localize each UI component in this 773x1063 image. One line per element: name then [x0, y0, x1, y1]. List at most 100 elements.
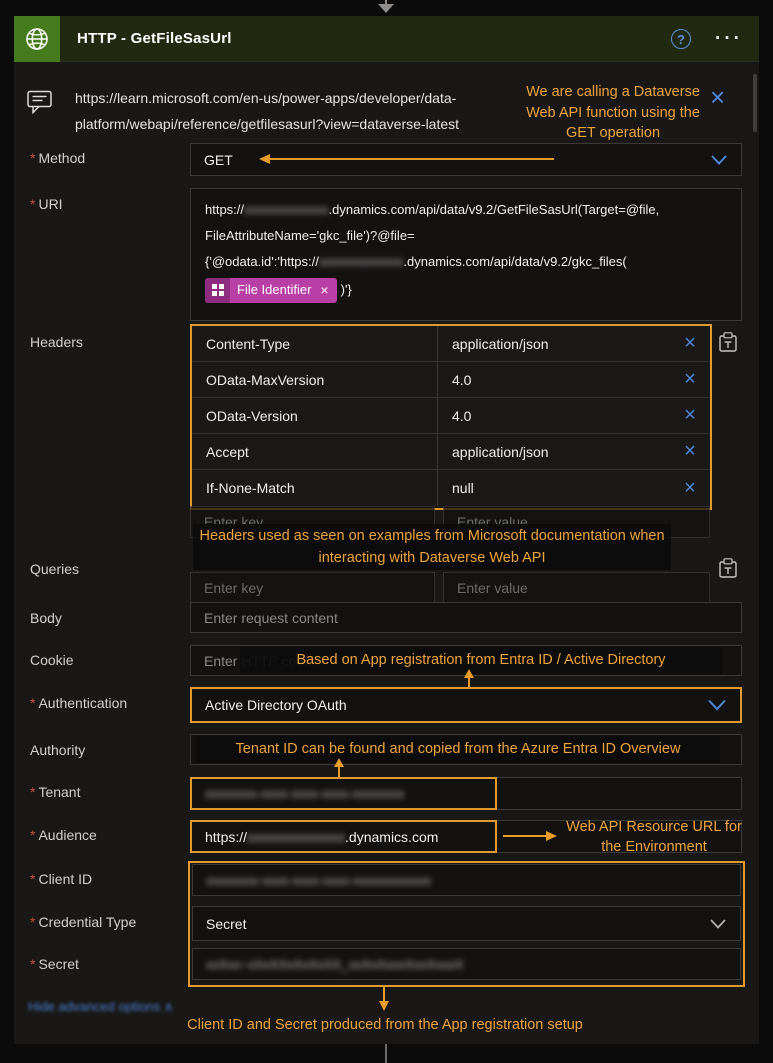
authentication-dropdown[interactable]: Active Directory OAuth	[190, 687, 742, 723]
flow-connector-bottom	[385, 1044, 387, 1063]
header-remove-button[interactable]: ×	[670, 326, 710, 361]
header-value-cell[interactable]: 4.0	[437, 398, 670, 433]
uri-text-line: File Identifier × )'}	[205, 275, 727, 305]
header-value-cell[interactable]: application/json	[437, 326, 670, 361]
queries-label: Queries	[30, 561, 79, 577]
cookie-label: Cookie	[30, 652, 74, 668]
header-key-cell[interactable]: OData-MaxVersion	[192, 362, 437, 397]
annotation-cookie: Based on App registration from Entra ID …	[240, 647, 722, 674]
chevron-down-icon	[709, 918, 727, 930]
header-key-cell[interactable]: Content-Type	[192, 326, 437, 361]
credential-type-value: Secret	[206, 916, 246, 932]
header-row: If-None-Match null ×	[192, 470, 710, 506]
body-label: Body	[30, 610, 62, 626]
query-key-placeholder: Enter key	[204, 580, 263, 596]
credential-type-dropdown[interactable]: Secret	[192, 906, 741, 941]
help-button[interactable]: ?	[671, 29, 691, 49]
authentication-label: Authentication	[30, 695, 127, 711]
credential-type-label: Credential Type	[30, 914, 136, 930]
action-header[interactable]: HTTP - GetFileSasUrl ? ···	[14, 16, 759, 62]
header-row: Content-Type application/json ×	[192, 326, 710, 362]
query-key-input[interactable]: Enter key	[190, 572, 435, 603]
annotation-audience: Web API Resource URL for the Environment	[556, 818, 752, 857]
chevron-down-icon	[707, 699, 727, 712]
query-value-input[interactable]: Enter value	[443, 572, 710, 603]
annotation-method: We are calling a Dataverse Web API funct…	[522, 82, 704, 144]
ellipsis-icon: ···	[715, 28, 743, 49]
tenant-label: Tenant	[30, 784, 81, 800]
header-remove-button[interactable]: ×	[670, 398, 710, 433]
uri-text-segment: )'}	[341, 277, 352, 303]
header-row: OData-Version 4.0 ×	[192, 398, 710, 434]
method-label: Method	[30, 150, 85, 166]
close-icon: ×	[710, 82, 725, 112]
annotation-headers: Headers used as seen on examples from Mi…	[193, 524, 671, 570]
header-key-cell[interactable]: OData-Version	[192, 398, 437, 433]
client-id-value-redacted: xxxxxxxx-xxxx-xxxx-xxxx-xxxxxxxxxxxx	[206, 873, 431, 888]
comment-url-line2: platform/webapi/reference/getfilesasurl?…	[75, 111, 459, 137]
comment-url: https://learn.microsoft.com/en-us/power-…	[75, 85, 459, 137]
flow-connector-top-icon	[377, 0, 395, 14]
token-label: File Identifier	[230, 278, 318, 303]
chevron-down-icon	[710, 154, 728, 166]
annotation-bottom: Client ID and Secret produced from the A…	[60, 1017, 710, 1033]
headers-text-mode-button[interactable]	[719, 332, 737, 352]
scrollbar-thumb[interactable]	[753, 74, 757, 132]
headers-label: Headers	[30, 334, 83, 350]
header-remove-button[interactable]: ×	[670, 434, 710, 469]
uri-text-segment: {'@odata.id':'https://	[205, 254, 319, 269]
comment-close-button[interactable]: ×	[710, 86, 725, 108]
queries-text-mode-button[interactable]	[719, 558, 737, 578]
dynamic-token-file-identifier[interactable]: File Identifier ×	[205, 278, 337, 303]
header-row: OData-MaxVersion 4.0 ×	[192, 362, 710, 398]
secret-input[interactable]: xxXxx~xXxXXxXxXxXX_xxXxXxxxXxxXxxxX	[192, 948, 741, 980]
comment-url-line1: https://learn.microsoft.com/en-us/power-…	[75, 85, 459, 111]
audience-value-post: .dynamics.com	[345, 829, 438, 845]
secret-label: Secret	[30, 956, 79, 972]
arrow-down-icon	[377, 987, 391, 1013]
uri-input[interactable]: https:// xxxxxxxxxxxxx.dynamics.com/api/d…	[190, 188, 742, 321]
redacted-text: xxxxxxxxxxxxx	[319, 249, 404, 275]
body-input[interactable]: Enter request content	[190, 602, 742, 633]
annotation-authority: Tenant ID can be found and copied from t…	[196, 736, 720, 763]
body-placeholder: Enter request content	[204, 610, 338, 626]
audience-value-pre: https://	[205, 829, 247, 845]
audience-highlight-box[interactable]: https://xxxxxxxxxxxxxx.dynamics.com	[190, 820, 497, 853]
arrow-right-icon	[501, 829, 559, 843]
authentication-value: Active Directory OAuth	[205, 697, 347, 713]
uri-text-segment: https://	[205, 202, 244, 217]
header-value-cell[interactable]: application/json	[437, 434, 670, 469]
menu-button[interactable]: ···	[715, 28, 743, 50]
uri-label: URI	[30, 196, 63, 212]
arrow-up-icon	[332, 758, 346, 779]
header-value-cell[interactable]: null	[437, 470, 670, 506]
audience-value-redacted: xxxxxxxxxxxxxx	[247, 829, 345, 845]
method-value: GET	[204, 152, 233, 168]
secret-value-redacted: xxXxx~xXxXXxXxXxXX_xxXxXxxxXxxXxxxX	[206, 957, 464, 972]
tenant-value-redacted: xxxxxxxx-xxxx-xxxx-xxxx-xxxxxxxx	[205, 786, 404, 801]
client-id-label: Client ID	[30, 871, 92, 887]
tenant-highlight-box[interactable]: xxxxxxxx-xxxx-xxxx-xxxx-xxxxxxxx	[190, 777, 497, 810]
headers-table: Content-Type application/json × OData-Ma…	[190, 324, 712, 510]
header-key-cell[interactable]: If-None-Match	[192, 470, 437, 506]
token-remove-button[interactable]: ×	[318, 278, 336, 303]
query-value-placeholder: Enter value	[457, 580, 528, 596]
advanced-options-toggle[interactable]: Hide advanced options ∧	[28, 999, 173, 1015]
header-value-cell[interactable]: 4.0	[437, 362, 670, 397]
header-remove-button[interactable]: ×	[670, 470, 710, 506]
authority-label: Authority	[30, 742, 85, 758]
http-connector-icon	[14, 16, 60, 62]
header-key-cell[interactable]: Accept	[192, 434, 437, 469]
dynamic-content-icon	[205, 278, 230, 303]
header-row: Accept application/json ×	[192, 434, 710, 470]
client-id-input[interactable]: xxxxxxxx-xxxx-xxxx-xxxx-xxxxxxxxxxxx	[192, 864, 741, 896]
action-title: HTTP - GetFileSasUrl	[77, 30, 232, 47]
globe-icon	[23, 25, 51, 53]
uri-text-line: FileAttributeName='gkc_file')?@file=	[205, 223, 727, 249]
uri-text-line: {'@odata.id':'https://xxxxxxxxxxxxx.dyna…	[205, 249, 727, 275]
question-icon: ?	[677, 32, 685, 47]
annotation-arrow-left-icon	[256, 151, 558, 167]
header-remove-button[interactable]: ×	[670, 362, 710, 397]
uri-text-line: https://xxxxxxxxxxxxx.dynamics.com/api/d…	[205, 197, 727, 223]
uri-text-segment: .dynamics.com/api/data/v9.2/gkc_files(	[403, 254, 626, 269]
